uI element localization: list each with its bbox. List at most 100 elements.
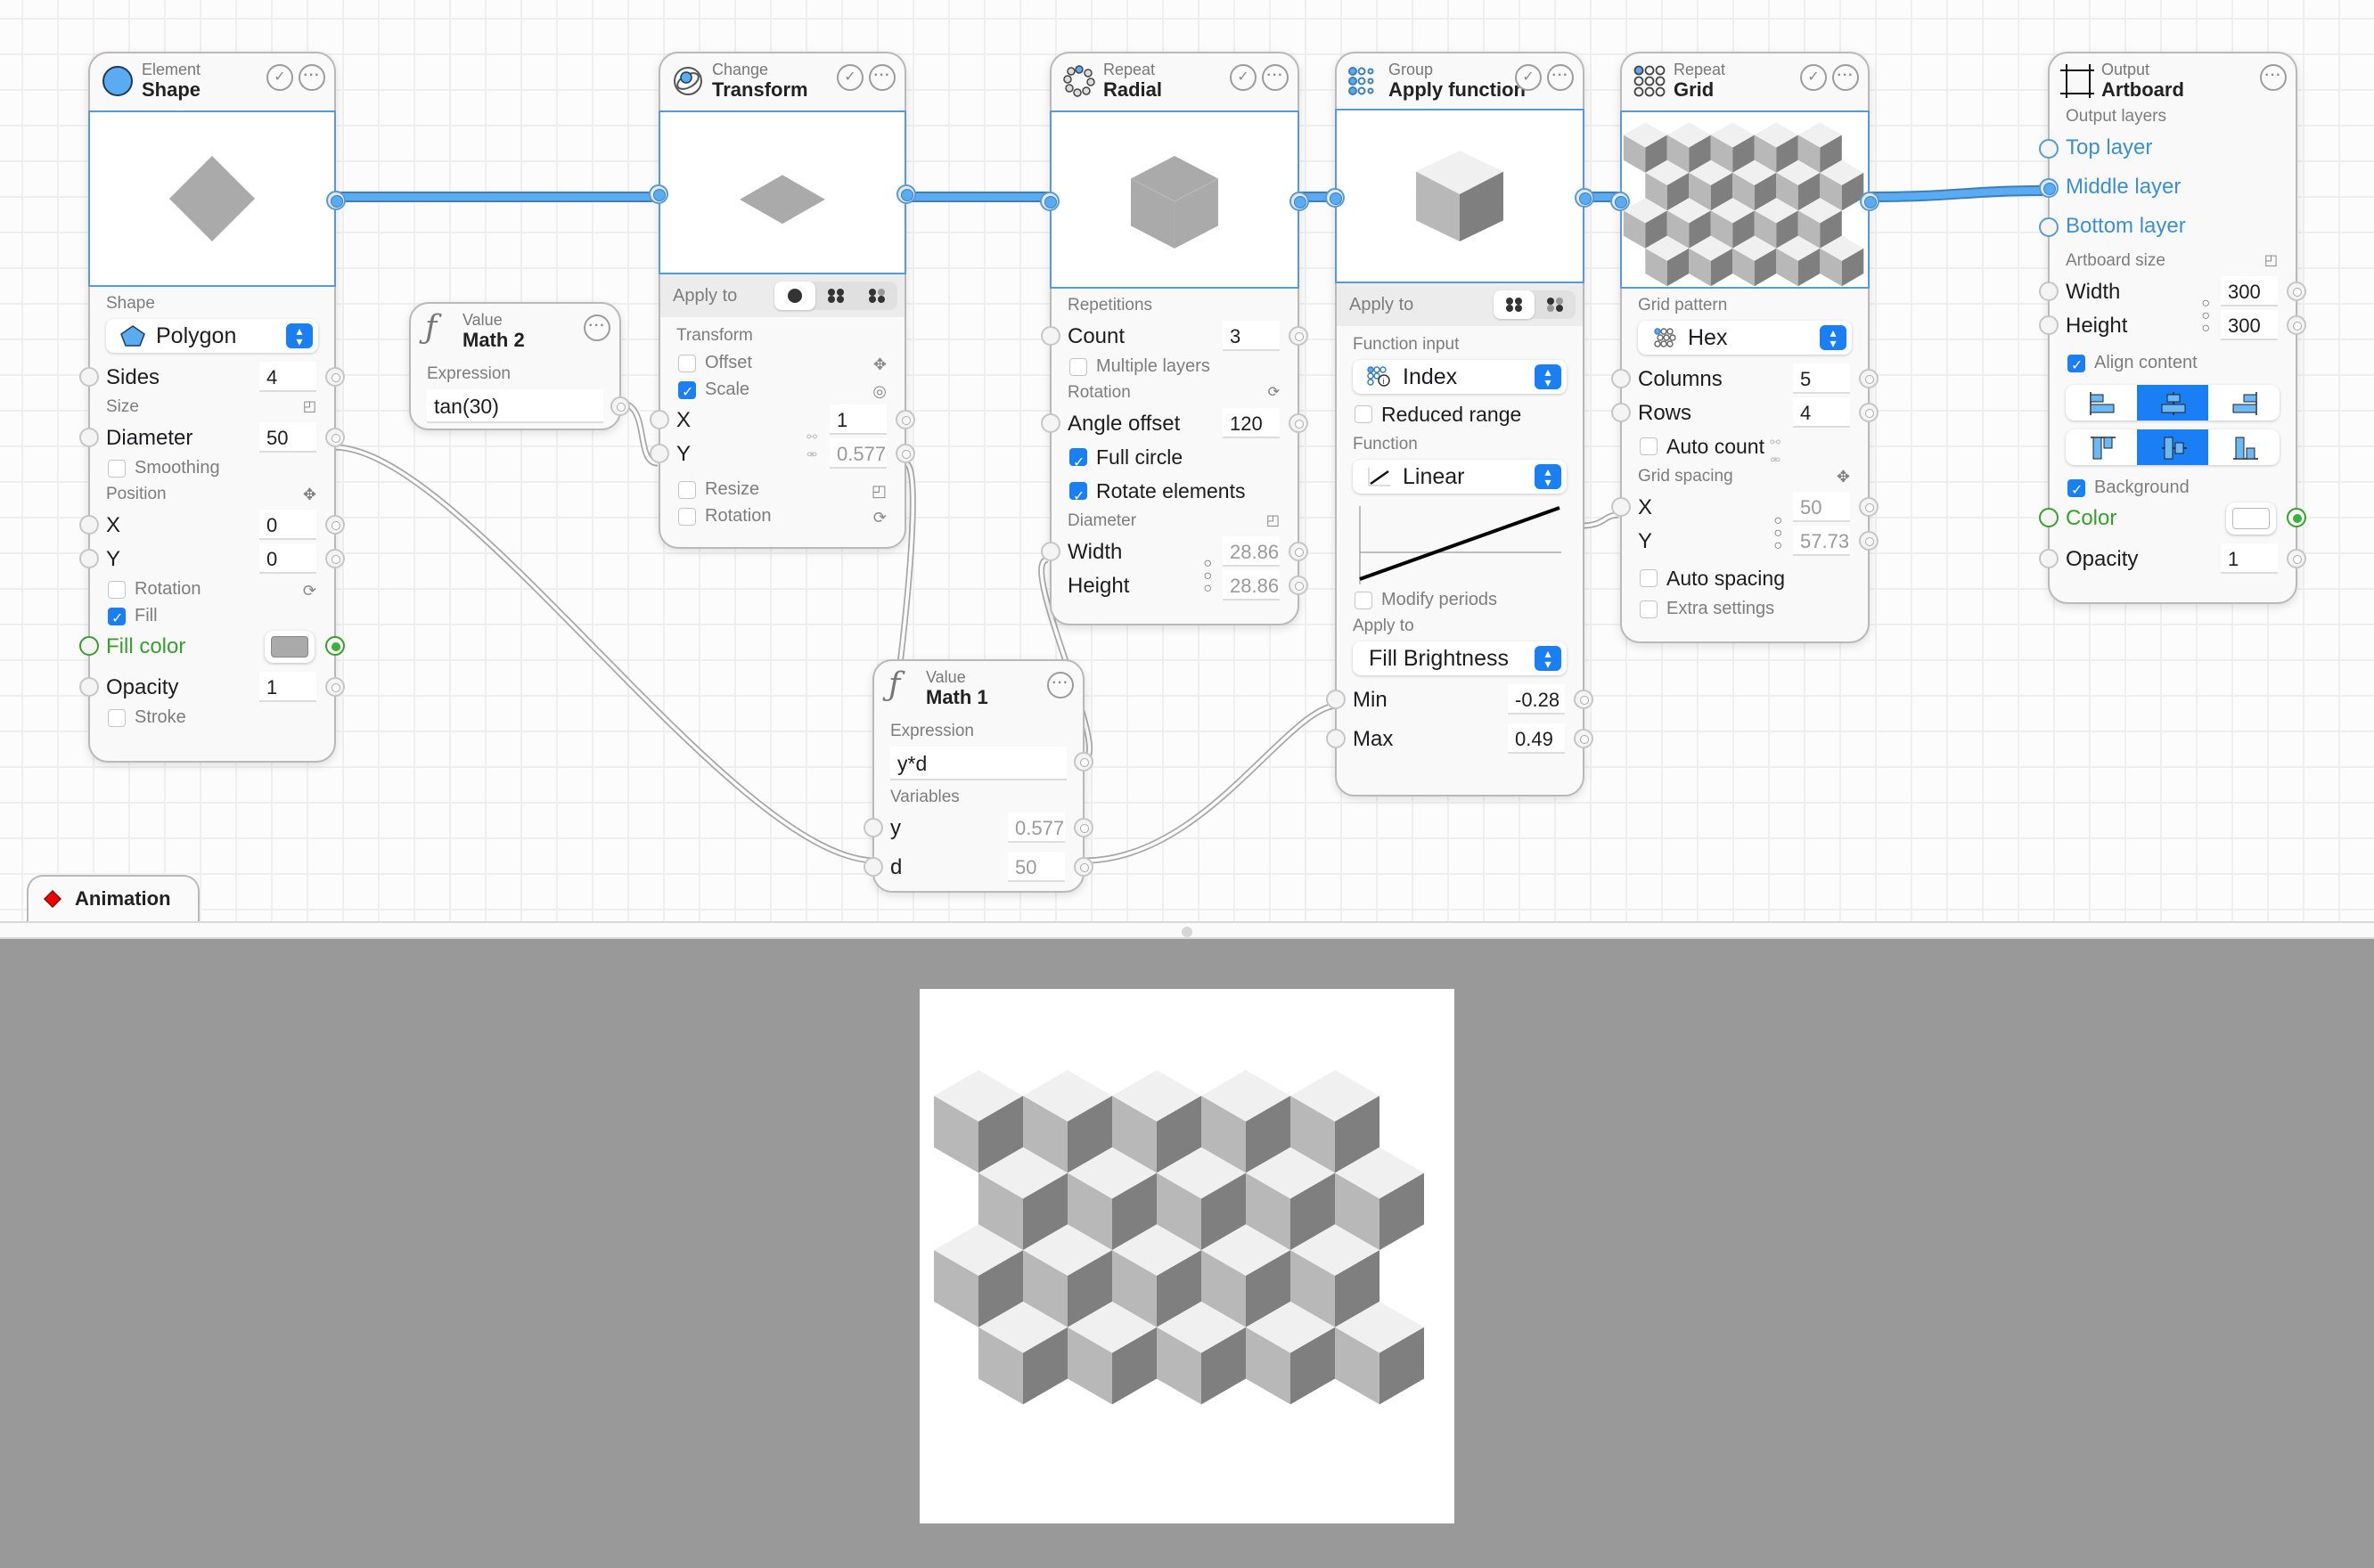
- input-port[interactable]: [79, 677, 99, 697]
- output-port[interactable]: [1859, 369, 1879, 388]
- stroke-checkbox[interactable]: Stroke: [90, 704, 334, 731]
- sides-input[interactable]: 4: [259, 362, 316, 392]
- output-port[interactable]: [1074, 818, 1093, 837]
- input-port[interactable]: [1326, 729, 1346, 748]
- spacing-x-input[interactable]: 50: [1793, 492, 1850, 522]
- input-port[interactable]: [2039, 508, 2059, 527]
- min-input[interactable]: -0.28: [1508, 684, 1565, 715]
- apply-single-option[interactable]: [774, 282, 815, 310]
- y-input[interactable]: 0: [259, 543, 316, 574]
- input-port[interactable]: [1611, 497, 1631, 517]
- input-port[interactable]: [650, 410, 669, 429]
- align-right-button[interactable]: [2208, 385, 2280, 421]
- output-port[interactable]: [610, 396, 630, 416]
- grid-pattern-select[interactable]: Hex ▴ ▾: [1638, 321, 1852, 355]
- output-port[interactable]: [1289, 576, 1308, 595]
- output-port[interactable]: [1860, 192, 1879, 211]
- more-options-button[interactable]: ···: [1047, 672, 1074, 698]
- align-middle-button[interactable]: [2137, 429, 2208, 465]
- link-chain-icon[interactable]: ○ ○ ○: [2201, 297, 2210, 336]
- output-port[interactable]: [1574, 690, 1593, 709]
- angle-offset-input[interactable]: 120: [1223, 408, 1280, 438]
- x-input[interactable]: 0: [259, 510, 316, 540]
- input-port[interactable]: [79, 549, 99, 568]
- output-port[interactable]: [1575, 188, 1594, 208]
- rotation-checkbox[interactable]: Rotation ⟳: [660, 502, 905, 529]
- output-port[interactable]: [896, 410, 915, 429]
- node-grid[interactable]: Repeat Grid ✓ ··· Grid pattern Hex ▴ ▾ Co…: [1610, 52, 1879, 643]
- shape-type-select[interactable]: Polygon ▴ ▾: [106, 319, 318, 353]
- enable-toggle-button[interactable]: ✓: [1800, 64, 1827, 91]
- apply-alternate-option[interactable]: [1535, 290, 1576, 319]
- output-port[interactable]: [326, 191, 346, 210]
- more-options-button[interactable]: ···: [1547, 64, 1574, 91]
- output-port[interactable]: [1289, 326, 1308, 346]
- opacity-input[interactable]: 1: [2221, 543, 2278, 574]
- node-editor-canvas[interactable]: Element Shape ✓ ··· Shape Polygon ▴ ▾ Sid…: [0, 0, 2374, 923]
- multiple-layers-checkbox[interactable]: Multiple layers: [1052, 353, 1298, 380]
- auto-spacing-checkbox[interactable]: Auto spacing: [1622, 561, 1868, 595]
- input-port[interactable]: [2039, 217, 2059, 237]
- node-artboard[interactable]: Output Artboard ··· Output layers Top la…: [2039, 52, 2306, 604]
- input-port[interactable]: [1610, 192, 1630, 211]
- more-options-button[interactable]: ···: [2260, 64, 2287, 91]
- apply-all-option[interactable]: [815, 282, 856, 310]
- expression-input[interactable]: y*d: [890, 747, 1067, 780]
- node-transform[interactable]: Change Transform ✓ ··· Apply to Transfor…: [649, 52, 916, 549]
- unlink-icon[interactable]: ⚯ ⚮: [806, 428, 817, 463]
- apply-to-property-select[interactable]: Fill Brightness ▴ ▾: [1353, 641, 1567, 675]
- output-port[interactable]: [896, 184, 916, 204]
- align-content-checkbox[interactable]: Align content: [2050, 349, 2296, 380]
- output-port[interactable]: [325, 549, 345, 568]
- function-select[interactable]: Linear ▴ ▾: [1353, 460, 1567, 494]
- output-port[interactable]: [1859, 497, 1879, 517]
- more-options-button[interactable]: ···: [869, 64, 896, 91]
- input-port[interactable]: [1611, 403, 1631, 422]
- input-port[interactable]: [79, 636, 99, 656]
- more-options-button[interactable]: ···: [1832, 64, 1859, 91]
- input-port[interactable]: [650, 444, 669, 463]
- link-chain-icon[interactable]: ○ ○ ○: [1203, 557, 1212, 596]
- input-port[interactable]: [649, 184, 668, 204]
- scale-checkbox[interactable]: Scale◎: [660, 376, 905, 406]
- output-port[interactable]: [1574, 729, 1593, 748]
- background-checkbox[interactable]: Background: [2050, 474, 2296, 504]
- variable-value[interactable]: 50: [1008, 852, 1065, 882]
- wire-math1-out-apply[interactable]: [1083, 702, 1336, 864]
- expression-input[interactable]: tan(30): [427, 389, 603, 423]
- input-port[interactable]: [2039, 178, 2059, 198]
- smoothing-checkbox[interactable]: Smoothing: [90, 454, 334, 481]
- rotation-checkbox[interactable]: Rotation ⟳: [90, 576, 334, 602]
- input-port[interactable]: [2039, 139, 2059, 159]
- output-port[interactable]: [1859, 531, 1879, 551]
- divider-drag-handle[interactable]: [1182, 927, 1192, 937]
- function-input-select[interactable]: i Index ▴ ▾: [1353, 360, 1567, 394]
- count-input[interactable]: 3: [1223, 321, 1280, 351]
- scale-x-input[interactable]: 1: [830, 404, 887, 435]
- vertical-align-control[interactable]: [2066, 429, 2280, 465]
- output-port[interactable]: [2287, 549, 2306, 568]
- apply-alternate-option[interactable]: [856, 282, 897, 310]
- more-options-button[interactable]: ···: [299, 64, 325, 91]
- node-apply-function[interactable]: Group Apply function ✓ ··· Apply to Func…: [1325, 52, 1594, 796]
- input-port[interactable]: [1040, 192, 1060, 211]
- variable-value[interactable]: 0.577: [1008, 813, 1065, 843]
- spacing-y-input[interactable]: 57.73: [1793, 526, 1850, 556]
- output-port[interactable]: [325, 367, 345, 387]
- output-port[interactable]: [325, 677, 345, 697]
- apply-to-segmented-control[interactable]: [774, 282, 897, 310]
- apply-all-option[interactable]: [1494, 290, 1535, 319]
- output-port[interactable]: [2287, 282, 2306, 301]
- wire-grid-x[interactable]: [1582, 511, 1619, 529]
- modify-periods-checkbox[interactable]: Modify periods: [1337, 586, 1583, 613]
- input-port[interactable]: [2039, 315, 2059, 335]
- output-port[interactable]: [1074, 752, 1093, 772]
- input-port[interactable]: [864, 818, 883, 837]
- node-shape[interactable]: Element Shape ✓ ··· Shape Polygon ▴ ▾ Sid…: [79, 52, 346, 763]
- output-port[interactable]: [325, 515, 345, 535]
- wire-grid-artboard[interactable]: [1862, 185, 2055, 202]
- diameter-input[interactable]: 50: [259, 422, 316, 453]
- link-chain-icon[interactable]: ○ ○ ○: [1773, 514, 1782, 553]
- output-port[interactable]: [1074, 857, 1093, 877]
- output-port[interactable]: [1859, 403, 1879, 422]
